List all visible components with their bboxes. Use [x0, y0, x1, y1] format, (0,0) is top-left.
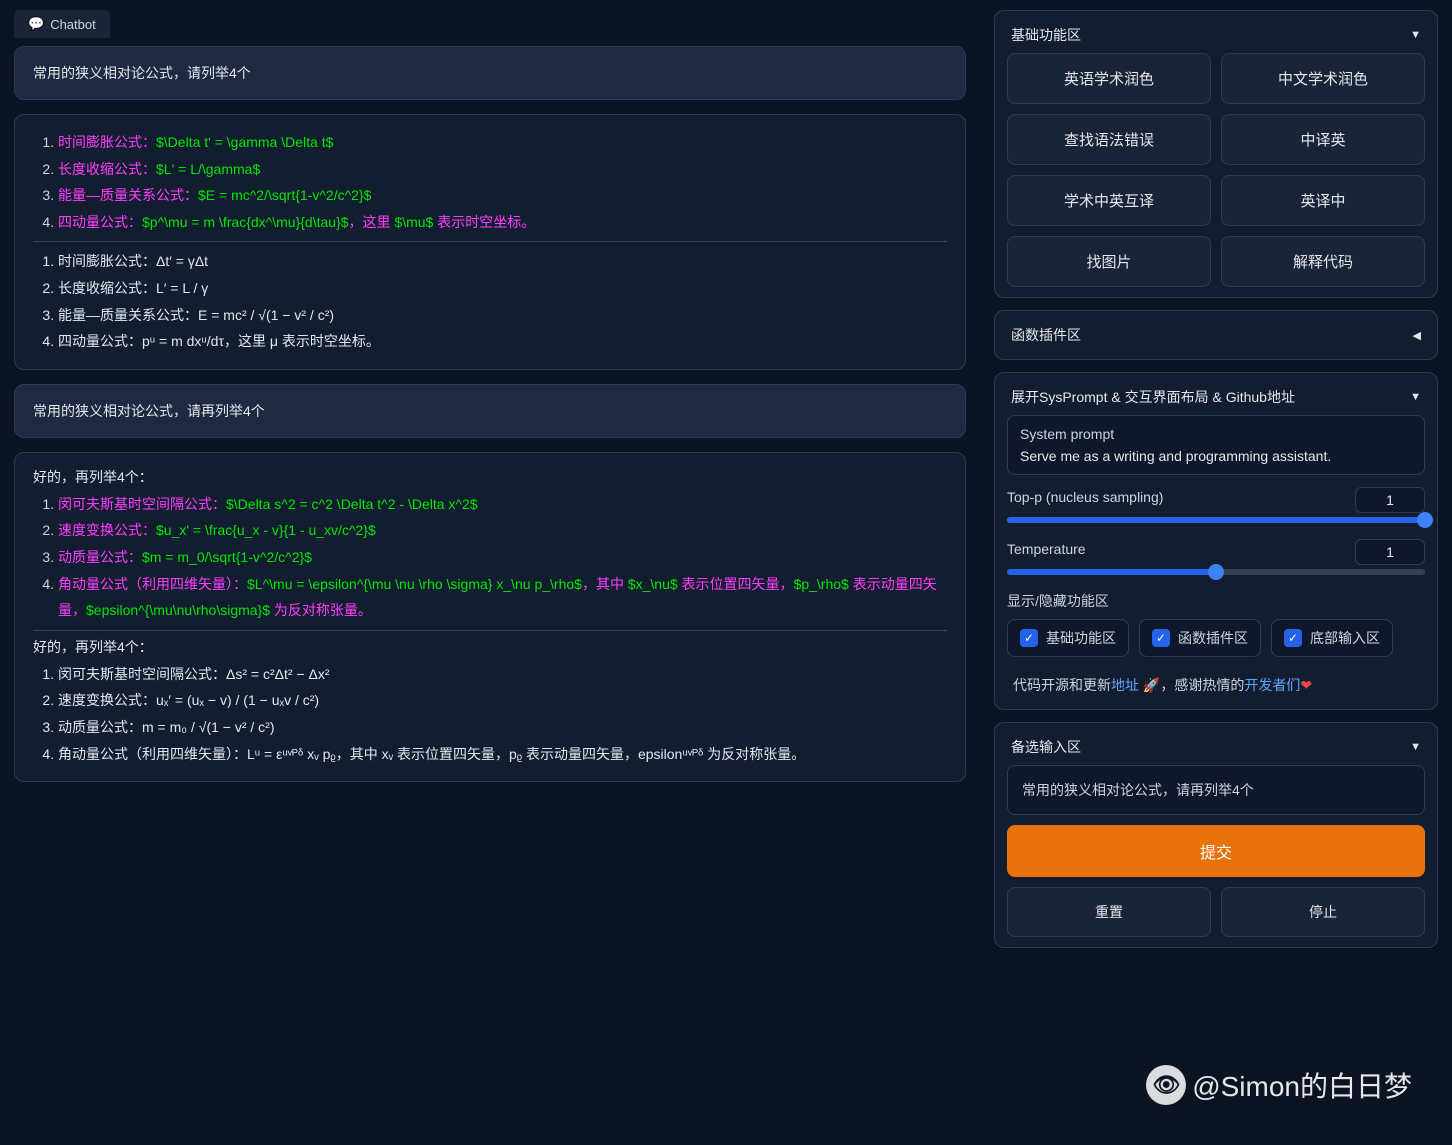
fn-btn-en-to-zh[interactable]: 英译中: [1221, 175, 1425, 226]
stop-button[interactable]: 停止: [1221, 887, 1425, 937]
ai1-item4-math: $p^\mu = m \frac{dx^\mu}{d\tau}$: [142, 214, 349, 230]
checkbox-basic-functions-label: 基础功能区: [1046, 628, 1116, 648]
chat-icon: 💬: [28, 16, 44, 32]
ai1-item4-label: 四动量公式：: [58, 214, 142, 230]
toggle-section-label: 显示/隐藏功能区: [1007, 591, 1425, 611]
system-prompt-input[interactable]: Serve me as a writing and programming as…: [1020, 448, 1412, 464]
check-icon: ✓: [1152, 629, 1170, 647]
devs-link[interactable]: 开发者们: [1244, 677, 1300, 693]
sysprompt-card: 展开SysPrompt & 交互界面布局 & Github地址 ▼ System…: [994, 372, 1438, 710]
chevron-left-icon: ◀: [1413, 329, 1421, 342]
alt-input-header[interactable]: 备选输入区 ▼: [1007, 733, 1425, 765]
tab-label: Chatbot: [50, 17, 96, 32]
ai1-rendered-3: 能量—质量关系公式：E = mc² / √(1 − v² / c²): [58, 302, 947, 329]
ai1-rendered-1: 时间膨胀公式：Δt′ = γΔt: [58, 248, 947, 275]
topp-label: Top-p (nucleus sampling): [1007, 489, 1163, 505]
user-message-2-text: 常用的狭义相对论公式，请再列举4个: [33, 403, 265, 419]
user-message-1: 常用的狭义相对论公式，请列举4个: [14, 46, 966, 100]
repo-link[interactable]: 地址: [1111, 677, 1139, 693]
chevron-down-icon: ▼: [1410, 741, 1421, 753]
footer-text: 代码开源和更新地址 🚀，感谢热情的开发者们❤: [1007, 671, 1425, 699]
temperature-slider[interactable]: [1007, 569, 1425, 575]
basic-functions-header[interactable]: 基础功能区 ▼: [1007, 21, 1425, 53]
submit-button[interactable]: 提交: [1007, 825, 1425, 877]
checkbox-plugins-label: 函数插件区: [1178, 628, 1248, 648]
topp-value[interactable]: 1: [1355, 487, 1425, 513]
fn-btn-explain-code[interactable]: 解释代码: [1221, 236, 1425, 287]
ai1-rendered-2: 长度收缩公式：L′ = L / γ: [58, 275, 947, 302]
ai2-rendered-2: 速度变换公式：uₓ′ = (uₓ − v) / (1 − uₓv / c²): [58, 687, 947, 714]
topp-slider[interactable]: [1007, 517, 1425, 523]
ai2-rendered-1: 闵可夫斯基时空间隔公式：Δs² = c²Δt² − Δx²: [58, 661, 947, 688]
ai-message-2: 好的，再列举4个： 闵可夫斯基时空间隔公式：$\Delta s^2 = c^2 …: [14, 452, 966, 782]
plugins-card: 函数插件区 ◀: [994, 310, 1438, 360]
basic-functions-card: 基础功能区 ▼ 英语学术润色 中文学术润色 查找语法错误 中译英 学术中英互译 …: [994, 10, 1438, 298]
alt-input-title: 备选输入区: [1011, 737, 1081, 757]
alt-input-textarea[interactable]: 常用的狭义相对论公式，请再列举4个: [1007, 765, 1425, 815]
fn-btn-zh-to-en[interactable]: 中译英: [1221, 114, 1425, 165]
check-icon: ✓: [1284, 629, 1302, 647]
temperature-value[interactable]: 1: [1355, 539, 1425, 565]
ai2-lead: 好的，再列举4个：: [33, 467, 947, 487]
heart-icon: ❤: [1300, 677, 1312, 693]
ai2-rendered-4: 角动量公式（利用四维矢量）：Lᵘ = εᵘᵛᴾᵟ xᵥ pᵨ，其中 xᵥ 表示位…: [58, 741, 947, 768]
ai1-item3-label: 能量—质量关系公式：: [58, 187, 198, 203]
reset-button[interactable]: 重置: [1007, 887, 1211, 937]
ai1-item1-label: 时间膨胀公式：: [58, 134, 156, 150]
system-prompt-label: System prompt: [1020, 426, 1412, 442]
fn-btn-english-polish[interactable]: 英语学术润色: [1007, 53, 1211, 104]
ai2-rendered-3: 动质量公式：m = m₀ / √(1 − v² / c²): [58, 714, 947, 741]
ai1-item3-math: $E = mc^2/\sqrt{1-v^2/c^2}$: [198, 187, 371, 203]
tab-chatbot[interactable]: 💬 Chatbot: [14, 10, 110, 38]
check-icon: ✓: [1020, 629, 1038, 647]
checkbox-basic-functions[interactable]: ✓ 基础功能区: [1007, 619, 1129, 657]
ai1-item1-math: $\Delta t' = \gamma \Delta t$: [156, 134, 333, 150]
fn-btn-find-image[interactable]: 找图片: [1007, 236, 1211, 287]
fn-btn-grammar-check[interactable]: 查找语法错误: [1007, 114, 1211, 165]
ai-message-1: 时间膨胀公式：$\Delta t' = \gamma \Delta t$ 长度收…: [14, 114, 966, 370]
chevron-down-icon: ▼: [1410, 29, 1421, 41]
chevron-down-icon: ▼: [1410, 391, 1421, 403]
user-message-2: 常用的狭义相对论公式，请再列举4个: [14, 384, 966, 438]
fn-btn-chinese-polish[interactable]: 中文学术润色: [1221, 53, 1425, 104]
sysprompt-header[interactable]: 展开SysPrompt & 交互界面布局 & Github地址 ▼: [1007, 383, 1425, 415]
ai2-rendered-lead: 好的，再列举4个：: [33, 637, 947, 657]
system-prompt-box: System prompt Serve me as a writing and …: [1007, 415, 1425, 475]
basic-functions-title: 基础功能区: [1011, 25, 1081, 45]
user-message-1-text: 常用的狭义相对论公式，请列举4个: [33, 65, 251, 81]
rocket-icon: 🚀: [1143, 677, 1160, 693]
alt-input-card: 备选输入区 ▼ 常用的狭义相对论公式，请再列举4个 提交 重置 停止: [994, 722, 1438, 948]
checkbox-bottom-input-label: 底部输入区: [1310, 628, 1380, 648]
ai1-item2-label: 长度收缩公式：: [58, 161, 156, 177]
temperature-label: Temperature: [1007, 541, 1086, 557]
checkbox-bottom-input[interactable]: ✓ 底部输入区: [1271, 619, 1393, 657]
plugins-title: 函数插件区: [1011, 325, 1081, 345]
side-panel: 基础功能区 ▼ 英语学术润色 中文学术润色 查找语法错误 中译英 学术中英互译 …: [980, 0, 1452, 1145]
ai1-rendered-4: 四动量公式：pᵘ = m dxᵘ/dτ，这里 μ 表示时空坐标。: [58, 328, 947, 355]
sysprompt-title: 展开SysPrompt & 交互界面布局 & Github地址: [1011, 387, 1295, 407]
plugins-header[interactable]: 函数插件区 ◀: [1007, 321, 1425, 349]
chat-panel: 💬 Chatbot 常用的狭义相对论公式，请列举4个 时间膨胀公式：$\Delt…: [0, 0, 980, 1145]
fn-btn-academic-translate[interactable]: 学术中英互译: [1007, 175, 1211, 226]
ai1-item2-math: $L' = L/\gamma$: [156, 161, 260, 177]
checkbox-plugins[interactable]: ✓ 函数插件区: [1139, 619, 1261, 657]
